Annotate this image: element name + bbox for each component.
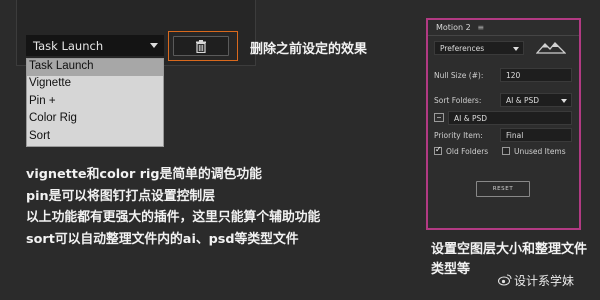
- description-line: 以上功能都有更强大的插件，这里只能算个辅助功能: [26, 210, 321, 225]
- dropdown-option-sort[interactable]: Sort: [27, 129, 163, 146]
- sort-folders-select[interactable]: AI & PSD: [500, 93, 572, 107]
- chevron-down-icon: [561, 99, 567, 103]
- old-folders-checkbox[interactable]: ✓: [434, 145, 442, 155]
- effect-select-value: Task Launch: [33, 39, 104, 53]
- unused-items-label: Unused Items: [514, 147, 566, 156]
- chevron-down-icon: [513, 47, 519, 51]
- old-folders-label: Old Folders: [446, 147, 489, 156]
- header-divider: [428, 35, 579, 36]
- delete-effect-button[interactable]: [173, 36, 229, 56]
- effect-select[interactable]: Task Launch: [26, 35, 164, 56]
- effect-dropdown-list: Task Launch Vignette Pin + Color Rig Sor…: [26, 58, 164, 147]
- trash-icon: [196, 40, 206, 53]
- watermark-text: 设计系学妹: [514, 274, 575, 288]
- delete-highlight: [168, 31, 238, 61]
- delete-annotation: 删除之前设定的效果: [250, 42, 368, 57]
- description-line: vignette和color rig是简单的调色功能: [26, 167, 262, 182]
- panel-title: Motion 2: [436, 23, 471, 32]
- weibo-logo-icon: [498, 274, 512, 286]
- dropdown-option-vignette[interactable]: Vignette: [27, 76, 163, 93]
- description-line: sort可以自动整理文件内的ai、psd等类型文件: [26, 231, 299, 247]
- sort-folders-value: AI & PSD: [506, 96, 540, 105]
- checkmark-icon: ✓: [435, 145, 442, 154]
- feature-description: vignette和color rig是简单的调色功能 pin是可以将图钉打点设置…: [26, 164, 426, 250]
- motion-panel: Motion 2 ≡ Preferences Null Size (#): 12…: [426, 18, 581, 230]
- null-size-input[interactable]: 120: [500, 68, 572, 82]
- reset-button[interactable]: RESET: [476, 181, 530, 197]
- hamburger-menu-icon[interactable]: ≡: [477, 23, 484, 32]
- panel-header: Motion 2 ≡: [428, 20, 579, 35]
- priority-item-input[interactable]: Final: [500, 128, 572, 142]
- unused-items-checkbox[interactable]: [502, 147, 510, 155]
- dropdown-option-task-launch[interactable]: Task Launch: [27, 59, 163, 77]
- mountain-logo-icon: [536, 42, 566, 54]
- null-size-label: Null Size (#):: [434, 71, 484, 80]
- folder-name-input[interactable]: AI & PSD: [448, 111, 572, 125]
- dropdown-option-pin[interactable]: Pin +: [27, 94, 163, 111]
- preferences-select[interactable]: Preferences: [434, 41, 524, 55]
- dropdown-option-color-rig[interactable]: Color Rig: [27, 111, 163, 128]
- description-line: pin是可以将图钉打点设置控制层: [26, 188, 216, 204]
- preferences-label: Preferences: [440, 44, 485, 53]
- priority-item-label: Priority Item:: [434, 131, 483, 140]
- folder-icon: [434, 113, 444, 122]
- chevron-down-icon: [150, 43, 158, 48]
- sort-folders-label: Sort Folders:: [434, 96, 482, 105]
